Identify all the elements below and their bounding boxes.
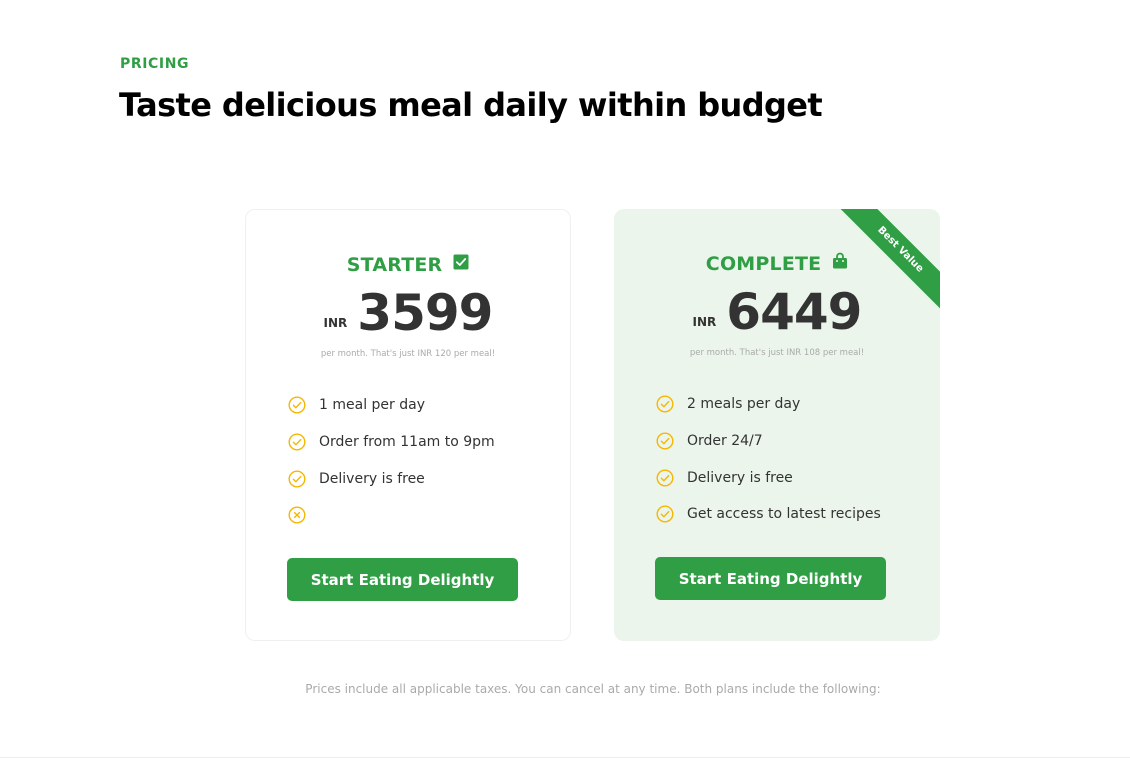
price-row: INR 3599 bbox=[246, 288, 570, 338]
plan-title: STARTER bbox=[246, 253, 570, 276]
price-amount: 3599 bbox=[357, 284, 493, 342]
plan-name: STARTER bbox=[346, 254, 443, 276]
pricing-card-starter: STARTER INR 3599 per month. That's just I… bbox=[245, 209, 571, 641]
check-circle-icon bbox=[288, 433, 306, 451]
check-circle-icon bbox=[288, 396, 306, 414]
pricing-card-complete: Best Value COMPLETE INR 6449 per month. T… bbox=[614, 209, 940, 641]
check-circle-icon bbox=[656, 432, 674, 450]
check-circle-icon bbox=[288, 470, 306, 488]
section-divider bbox=[0, 757, 1130, 758]
feature-text: Order from 11am to 9pm bbox=[319, 434, 495, 451]
feature-item: Order 24/7 bbox=[656, 423, 881, 460]
price-amount: 6449 bbox=[726, 283, 862, 341]
pricing-footnote: Prices include all applicable taxes. You… bbox=[305, 682, 881, 696]
start-eating-button[interactable]: Start Eating Delightly bbox=[287, 558, 518, 601]
x-circle-icon bbox=[288, 506, 306, 524]
start-eating-button[interactable]: Start Eating Delightly bbox=[655, 557, 886, 600]
section-eyebrow: PRICING bbox=[120, 56, 190, 72]
plan-name: COMPLETE bbox=[705, 253, 822, 275]
shopping-bag-icon bbox=[832, 252, 848, 274]
checkbox-icon bbox=[453, 253, 469, 275]
feature-item: 2 meals per day bbox=[656, 386, 881, 423]
feature-item: Delivery is free bbox=[288, 460, 495, 497]
price-row: INR 6449 bbox=[614, 287, 940, 337]
per-meal-note: per month. That's just INR 120 per meal! bbox=[320, 349, 496, 359]
feature-list: 1 meal per day Order from 11am to 9pm De… bbox=[288, 387, 495, 534]
section-heading: Taste delicious meal daily within budget bbox=[119, 86, 823, 124]
check-circle-icon bbox=[656, 505, 674, 523]
check-circle-icon bbox=[656, 469, 674, 487]
price-currency: INR bbox=[692, 315, 717, 329]
feature-text: 2 meals per day bbox=[687, 396, 801, 413]
feature-text: Order 24/7 bbox=[687, 433, 763, 450]
feature-text: Delivery is free bbox=[319, 470, 425, 487]
feature-text: Get access to latest recipes bbox=[687, 506, 881, 523]
feature-text: 1 meal per day bbox=[319, 397, 425, 414]
feature-text: Delivery is free bbox=[687, 469, 793, 486]
feature-item: Get access to latest recipes bbox=[656, 496, 881, 533]
per-meal-note: per month. That's just INR 108 per meal! bbox=[689, 348, 865, 358]
check-circle-icon bbox=[656, 395, 674, 413]
feature-list: 2 meals per day Order 24/7 Delivery is f… bbox=[656, 386, 881, 533]
feature-item bbox=[288, 497, 495, 534]
plan-title: COMPLETE bbox=[614, 252, 940, 275]
feature-item: Order from 11am to 9pm bbox=[288, 424, 495, 461]
feature-item: Delivery is free bbox=[656, 459, 881, 496]
price-currency: INR bbox=[323, 316, 348, 330]
feature-item: 1 meal per day bbox=[288, 387, 495, 424]
